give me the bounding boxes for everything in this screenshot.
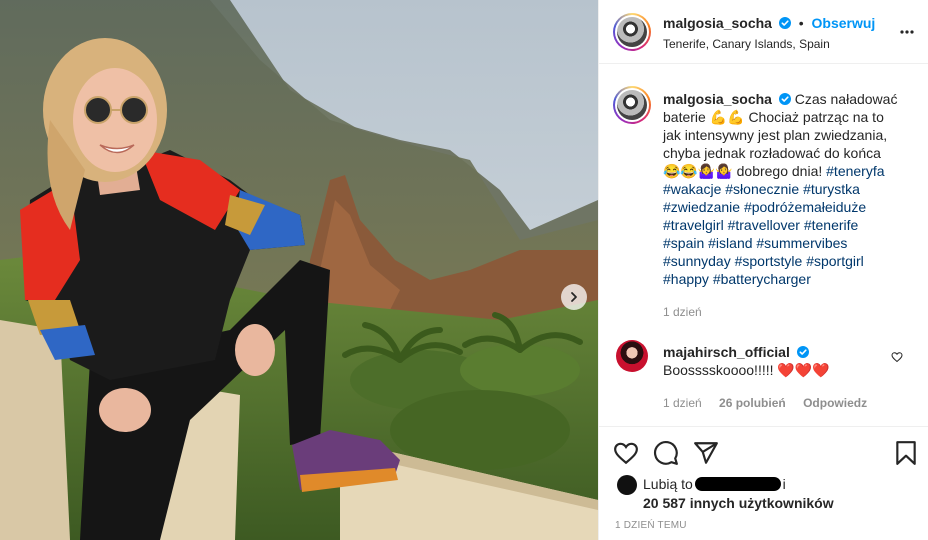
- post-side-panel: malgosia_socha • Obserwuj Tenerife, Cana…: [598, 0, 928, 540]
- comment-text: Boosssskoooo!!!!! ❤️❤️❤️: [663, 362, 830, 378]
- post-actions-bar: Lubią to i 20 587 innych użytkowników 1 …: [599, 426, 928, 540]
- commenter-username[interactable]: majahirsch_official: [663, 344, 790, 360]
- header-separator: •: [798, 15, 804, 31]
- hashtag-link[interactable]: #sunnyday #sportstyle #sportgirl: [663, 253, 864, 269]
- chevron-right-icon: [571, 292, 577, 302]
- comment-item: majahirsch_official Boosssskoooo!!!!! ❤️…: [663, 343, 893, 412]
- heart-icon[interactable]: [613, 440, 639, 466]
- reply-button[interactable]: Odpowiedz: [803, 396, 867, 410]
- commenter-avatar[interactable]: [616, 340, 648, 372]
- verified-badge-icon: [778, 17, 791, 29]
- author-username[interactable]: malgosia_socha: [663, 15, 772, 31]
- hashtag-link[interactable]: #zwiedzanie #podróżemałeiduże: [663, 199, 866, 215]
- post-location[interactable]: Tenerife, Canary Islands, Spain: [663, 37, 830, 51]
- likes-prefix: Lubią to: [643, 476, 693, 492]
- post-caption: malgosia_socha Czas naładować baterie 💪💪…: [663, 90, 903, 321]
- caption-author-username[interactable]: malgosia_socha: [663, 91, 772, 107]
- caption-author-avatar[interactable]: [613, 86, 651, 124]
- comment-age[interactable]: 1 dzień: [663, 396, 702, 410]
- bookmark-icon[interactable]: [893, 440, 919, 466]
- hashtag-link[interactable]: #happy #batterycharger: [663, 271, 811, 287]
- post-header: malgosia_socha • Obserwuj Tenerife, Cana…: [599, 0, 928, 64]
- comment-like-heart-icon[interactable]: [891, 351, 903, 363]
- follow-button[interactable]: Obserwuj: [812, 15, 876, 31]
- caption-text-line: Czas naładować: [794, 91, 898, 107]
- likes-suffix: i: [782, 476, 786, 492]
- share-icon[interactable]: [693, 440, 719, 466]
- redacted-username: [694, 477, 781, 491]
- verified-badge-icon: [796, 346, 809, 358]
- post-time-ago[interactable]: 1 DZIEŃ TEMU: [615, 520, 687, 531]
- likes-summary: Lubią to i: [643, 476, 786, 492]
- caption-text-line: jak intensywny jest plan zwiedzania,: [663, 127, 888, 143]
- hashtag-link[interactable]: #travelgirl #travellover #tenerife: [663, 217, 858, 233]
- verified-badge-icon: [778, 93, 791, 105]
- post-photo[interactable]: [0, 0, 598, 540]
- liker-avatar[interactable]: [617, 475, 637, 495]
- likes-count[interactable]: 20 587 innych użytkowników: [643, 495, 834, 511]
- hashtag-link[interactable]: #spain #island #summervibes: [663, 235, 847, 251]
- caption-text-line: baterie 💪💪 Chociaż patrząc na to: [663, 109, 884, 125]
- caption-text-line: 😂😂🤷‍♀️🤷‍♀️ dobrego dnia!: [663, 163, 823, 179]
- caption-text-line: chyba jednak rozładować do końca: [663, 145, 881, 161]
- more-options-icon[interactable]: [899, 24, 915, 40]
- caption-age[interactable]: 1 dzień: [663, 305, 702, 319]
- author-avatar[interactable]: [613, 13, 651, 51]
- comment-icon[interactable]: [653, 440, 679, 466]
- hashtag-link[interactable]: #teneryfa: [826, 163, 884, 179]
- carousel-next-button[interactable]: [561, 284, 587, 310]
- comments-area[interactable]: malgosia_socha Czas naładować baterie 💪💪…: [599, 64, 928, 426]
- comment-likes[interactable]: 26 polubień: [719, 396, 786, 410]
- hashtag-link[interactable]: #wakacje #słonecznie #turystka: [663, 181, 860, 197]
- photo-image: [0, 0, 598, 540]
